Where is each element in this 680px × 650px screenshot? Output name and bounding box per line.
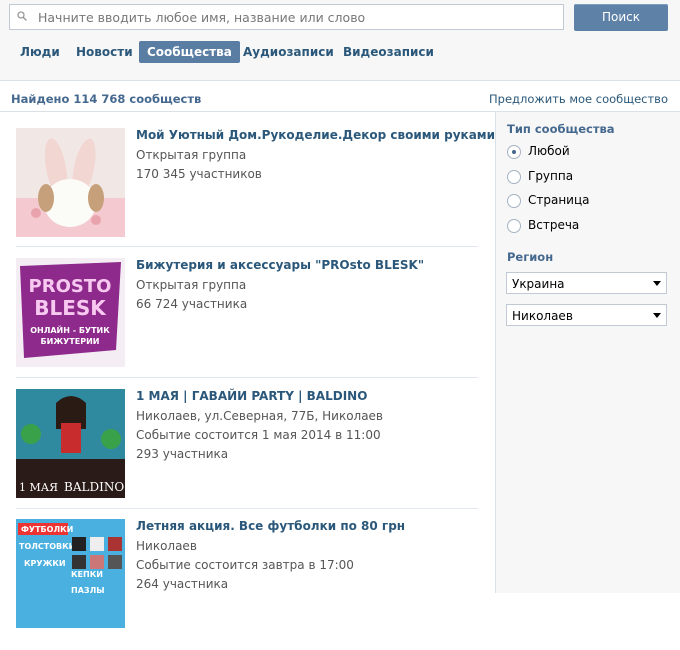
search-placeholder: Начните вводить любое имя, название или … bbox=[38, 10, 366, 25]
community-members: 66 724 участника bbox=[136, 297, 248, 311]
region-title: Регион bbox=[507, 250, 554, 264]
radio-indicator[interactable] bbox=[507, 170, 521, 184]
radio-indicator[interactable] bbox=[507, 194, 521, 208]
divider bbox=[16, 508, 478, 509]
filter-panel: Тип сообщества Любой Группа Страница Вст… bbox=[495, 112, 680, 593]
divider bbox=[16, 246, 478, 247]
community-type: Открытая группа bbox=[136, 278, 247, 292]
svg-text:КЕПКИ: КЕПКИ bbox=[71, 570, 103, 579]
country-select[interactable]: Украина bbox=[506, 272, 667, 294]
svg-text:ПАЗЛЫ: ПАЗЛЫ bbox=[71, 586, 105, 595]
community-name[interactable]: Бижутерия и аксессуары "PROsto BLESK" bbox=[136, 258, 424, 272]
community-avatar[interactable]: ФУТБОЛКИ ТОЛСТОВКИ КРУЖКИ КЕПКИ ПАЗЛЫ bbox=[16, 519, 125, 628]
radio-indicator[interactable] bbox=[507, 219, 521, 233]
community-type-title: Тип сообщества bbox=[507, 122, 615, 136]
community-members: 293 участника bbox=[136, 447, 229, 461]
community-members: 170 345 участников bbox=[136, 167, 262, 181]
community-name[interactable]: Мой Уютный Дом.Рукоделие.Декор своими ру… bbox=[136, 128, 495, 142]
community-location: Николаев bbox=[136, 539, 197, 553]
prosto-blesk-logo: PROSTO BLESK ОНЛАЙН - БУТИК БИЖУТЕРИИ bbox=[16, 258, 125, 367]
svg-text:ФУТБОЛКИ: ФУТБОЛКИ bbox=[21, 525, 73, 534]
svg-text:БИЖУТЕРИИ: БИЖУТЕРИИ bbox=[41, 337, 100, 346]
community-item: PROSTO BLESK ОНЛАЙН - БУТИК БИЖУТЕРИИ Би… bbox=[16, 258, 478, 389]
suggest-community-link[interactable]: Предложить мое сообщество bbox=[489, 92, 668, 106]
radio-label: Любой bbox=[528, 144, 570, 158]
radio-label: Группа bbox=[528, 169, 574, 183]
svg-text:КРУЖКИ: КРУЖКИ bbox=[24, 559, 66, 568]
community-item: Мой Уютный Дом.Рукоделие.Декор своими ру… bbox=[16, 128, 495, 259]
search-icon bbox=[17, 11, 27, 21]
bunny-image bbox=[16, 128, 125, 237]
community-event-date: Событие состоится завтра в 17:00 bbox=[136, 558, 354, 572]
tab-people[interactable]: Люди bbox=[12, 41, 68, 63]
results-count: Найдено 114 768 сообществ bbox=[11, 92, 202, 106]
svg-text:PROSTO: PROSTO bbox=[29, 276, 112, 297]
community-location: Николаев, ул.Северная, 77Б, Николаев bbox=[136, 409, 384, 423]
city-value: Николаев bbox=[512, 309, 573, 323]
community-item: ФУТБОЛКИ ТОЛСТОВКИ КРУЖКИ КЕПКИ ПАЗЛЫ Ле… bbox=[16, 519, 478, 650]
community-avatar[interactable] bbox=[16, 128, 125, 237]
community-name[interactable]: Летняя акция. Все футболки по 80 грн bbox=[136, 519, 405, 533]
tab-communities[interactable]: Сообщества bbox=[139, 41, 240, 63]
svg-text:BLESK: BLESK bbox=[34, 296, 107, 320]
svg-text:1 МАЯ: 1 МАЯ bbox=[19, 481, 58, 494]
community-item: 1 МАЯ BALDINO 1 МАЯ | ГАВАЙИ PARTY | BAL… bbox=[16, 389, 478, 520]
radio-label: Страница bbox=[528, 193, 590, 207]
dropdown-arrow-icon bbox=[653, 313, 661, 318]
tshirt-promo-image: ФУТБОЛКИ ТОЛСТОВКИ КРУЖКИ КЕПКИ ПАЗЛЫ bbox=[16, 519, 125, 628]
event-poster-image: 1 МАЯ BALDINO bbox=[16, 389, 125, 498]
svg-text:BALDINO: BALDINO bbox=[64, 480, 124, 494]
search-input[interactable]: Начните вводить любое имя, название или … bbox=[9, 4, 564, 30]
dropdown-arrow-icon bbox=[653, 281, 661, 286]
community-avatar[interactable]: PROSTO BLESK ОНЛАЙН - БУТИК БИЖУТЕРИИ bbox=[16, 258, 125, 367]
radio-indicator[interactable] bbox=[507, 145, 521, 159]
community-event-date: Событие состоится 1 мая 2014 в 11:00 bbox=[136, 428, 381, 442]
tab-news[interactable]: Новости bbox=[68, 41, 141, 63]
radio-label: Встреча bbox=[528, 218, 580, 232]
tab-audio[interactable]: Аудиозаписи bbox=[235, 41, 342, 63]
divider bbox=[16, 377, 478, 378]
city-select[interactable]: Николаев bbox=[506, 304, 667, 326]
community-name[interactable]: 1 МАЯ | ГАВАЙИ PARTY | BALDINO bbox=[136, 389, 367, 403]
country-value: Украина bbox=[512, 277, 565, 291]
svg-text:ТОЛСТОВКИ: ТОЛСТОВКИ bbox=[19, 542, 75, 551]
search-button[interactable]: Поиск bbox=[574, 4, 668, 31]
top-bar: Начните вводить любое имя, название или … bbox=[0, 0, 680, 81]
community-members: 264 участника bbox=[136, 577, 229, 591]
community-type: Открытая группа bbox=[136, 148, 247, 162]
community-avatar[interactable]: 1 МАЯ BALDINO bbox=[16, 389, 125, 498]
svg-text:ОНЛАЙН - БУТИК: ОНЛАЙН - БУТИК bbox=[30, 324, 110, 335]
tab-video[interactable]: Видеозаписи bbox=[335, 41, 442, 63]
